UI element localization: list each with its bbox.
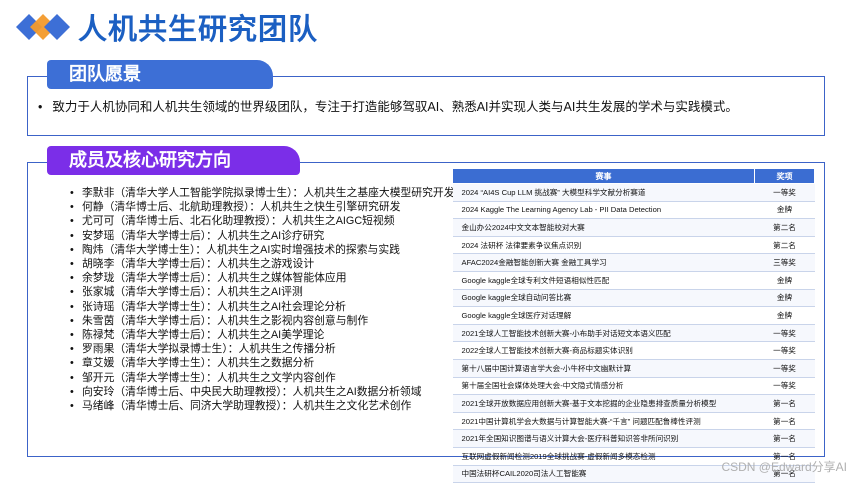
award-cell: 一等奖: [754, 341, 815, 360]
award-cell: 一等奖: [754, 324, 815, 343]
competition-cell: 第十届全国社会媒体处理大会-中文隐式情感分析: [452, 377, 755, 396]
members-heading: 成员及核心研究方向: [47, 146, 300, 175]
list-item: 张诗瑶（清华大学博士生）：人机共生之AI社会理论分析: [70, 300, 465, 314]
table-row: Google kaggle全球自动问答比赛 金牌: [452, 289, 815, 308]
award-cell: 金牌: [754, 201, 815, 220]
brand-logo-icon: [16, 14, 70, 40]
competition-cell: Google kaggle全球专利文件短语相似性匹配: [452, 271, 755, 290]
award-cell: 第二名: [754, 218, 815, 237]
competition-cell: 2021中国计算机学会大数据与计算智能大赛-“千言” 问题匹配鲁棒性评测: [452, 412, 755, 431]
competition-cell: 第十八届中国计算语言学大会-小牛杯中文幽默计算: [452, 359, 755, 378]
competition-cell: 2024 “AI4S Cup LLM 挑战赛” 大模型科学文献分析赛道: [452, 183, 755, 202]
table-row: 2024 法研杯 法律要素争议焦点识别 第二名: [452, 236, 815, 255]
list-item: 尤可可（清华博士后、北石化助理教授）：人机共生之AIGC短视频: [70, 214, 465, 228]
award-cell: 第一名: [754, 394, 815, 413]
competition-cell: 金山办公2024中文文本智能校对大赛: [452, 218, 755, 237]
list-item: 马绪峰（清华博士后、同济大学助理教授）：人机共生之文化艺术创作: [70, 399, 465, 413]
award-cell: 一等奖: [754, 359, 815, 378]
award-cell: 第二名: [754, 236, 815, 255]
list-item: 朱雪茵（清华大学博士后）：人机共生之影视内容创意与制作: [70, 314, 465, 328]
list-item: 罗雨果（清华大学拟录博士生）：人机共生之传播分析: [70, 342, 465, 356]
competition-cell: 互联网虚假新闻检测2019全球挑战赛-虚假新闻多模态检测: [452, 447, 755, 466]
competition-cell: 2022全球人工智能技术创新大赛-商品标题实体识别: [452, 341, 755, 360]
table-row: 2021全球人工智能技术创新大赛-小布助手对话短文本语义匹配 一等奖: [452, 324, 815, 343]
list-item: 何静（清华博士后、北航助理教授）：人机共生之快生引擎研究研发: [70, 200, 465, 214]
table-row: AFAC2024金融智能创新大赛 金融工具学习 三等奖: [452, 253, 815, 272]
table-header-row: 赛事 奖项: [452, 168, 815, 184]
vision-bullet: • 致力于人机协同和人机共生领域的世界级团队，专注于打造能够驾驭AI、熟悉AI并实…: [38, 96, 738, 115]
award-cell: 三等奖: [754, 253, 815, 272]
competition-cell: 2021全球人工智能技术创新大赛-小布助手对话短文本语义匹配: [452, 324, 755, 343]
table-row: Google kaggle全球专利文件短语相似性匹配 金牌: [452, 271, 815, 290]
members-list: 李默非（清华大学人工智能学院拟录博士生）：人机共生之基座大模型研究开发 何静（清…: [70, 186, 465, 413]
table-row: 2021中国计算机学会大数据与计算智能大赛-“千言” 问题匹配鲁棒性评测 第一名: [452, 412, 815, 431]
table-row: 第十届全国社会媒体处理大会-中文隐式情感分析 一等奖: [452, 377, 815, 396]
table-row: 2024 Kaggle The Learning Agency Lab - PI…: [452, 201, 815, 220]
table-row: 2022全球人工智能技术创新大赛-商品标题实体识别 一等奖: [452, 341, 815, 360]
watermark: CSDN @Edward分享AI: [721, 460, 847, 474]
table-row: 第十八届中国计算语言学大会-小牛杯中文幽默计算 一等奖: [452, 359, 815, 378]
award-cell: 第一名: [754, 429, 815, 448]
list-item: 李默非（清华大学人工智能学院拟录博士生）：人机共生之基座大模型研究开发: [70, 186, 465, 200]
page-title: 人机共生研究团队: [78, 14, 319, 46]
competition-cell: AFAC2024金融智能创新大赛 金融工具学习: [452, 253, 755, 272]
competition-cell: 2024 法研杯 法律要素争议焦点识别: [452, 236, 755, 255]
competition-cell: 2021年全国知识图谱与语义计算大会-医疗科普知识答非所问识别: [452, 429, 755, 448]
bullet-dot-icon: •: [38, 100, 43, 114]
list-item: 张家城（清华大学博士后）：人机共生之AI评测: [70, 285, 465, 299]
list-item: 陈禄梵（清华大学博士后）：人机共生之AI美学理论: [70, 328, 465, 342]
award-cell: 一等奖: [754, 377, 815, 396]
competition-cell: 中国法研杯CAIL2020司法人工智能赛: [452, 465, 755, 483]
award-cell: 金牌: [754, 271, 815, 290]
list-item: 章艾媛（清华大学博士生）：人机共生之数据分析: [70, 356, 465, 370]
vision-text: 致力于人机协同和人机共生领域的世界级团队，专注于打造能够驾驭AI、熟悉AI并实现…: [52, 100, 738, 114]
list-item: 余梦珑（清华大学博士后）：人机共生之媒体智能体应用: [70, 271, 465, 285]
table-row: 金山办公2024中文文本智能校对大赛 第二名: [452, 218, 815, 237]
list-item: 安梦瑶（清华大学博士后）：人机共生之AI诊疗研究: [70, 229, 465, 243]
competition-cell: Google kaggle全球医疗对话理解: [452, 306, 755, 325]
award-cell: 金牌: [754, 306, 815, 325]
table-row: 2024 “AI4S Cup LLM 挑战赛” 大模型科学文献分析赛道 一等奖: [452, 183, 815, 202]
competition-cell: 2024 Kaggle The Learning Agency Lab - PI…: [452, 201, 755, 220]
list-item: 向安玲（清华博士后、中央民大助理教授）：人机共生之AI数据分析领域: [70, 385, 465, 399]
award-cell: 金牌: [754, 289, 815, 308]
vision-heading: 团队愿景: [47, 60, 273, 89]
award-cell: 一等奖: [754, 183, 815, 202]
list-item: 邹开元（清华大学博士生）：人机共生之文学内容创作: [70, 371, 465, 385]
list-item: 胡晓李（清华大学博士后）：人机共生之游戏设计: [70, 257, 465, 271]
table-row: 2021全球开放数据应用创新大赛-基于文本挖掘的企业隐患排查质量分析模型 第一名: [452, 394, 815, 413]
awards-table: 赛事 奖项 2024 “AI4S Cup LLM 挑战赛” 大模型科学文献分析赛…: [452, 168, 815, 483]
table-row: 2021年全国知识图谱与语义计算大会-医疗科普知识答非所问识别 第一名: [452, 429, 815, 448]
column-header-award: 奖项: [754, 168, 815, 184]
list-item: 陶炜（清华大学博士生）：人机共生之AI实时增强技术的探索与实践: [70, 243, 465, 257]
award-cell: 第一名: [754, 412, 815, 431]
column-header-competition: 赛事: [452, 168, 755, 184]
competition-cell: Google kaggle全球自动问答比赛: [452, 289, 755, 308]
competition-cell: 2021全球开放数据应用创新大赛-基于文本挖掘的企业隐患排查质量分析模型: [452, 394, 755, 413]
table-row: Google kaggle全球医疗对话理解 金牌: [452, 306, 815, 325]
